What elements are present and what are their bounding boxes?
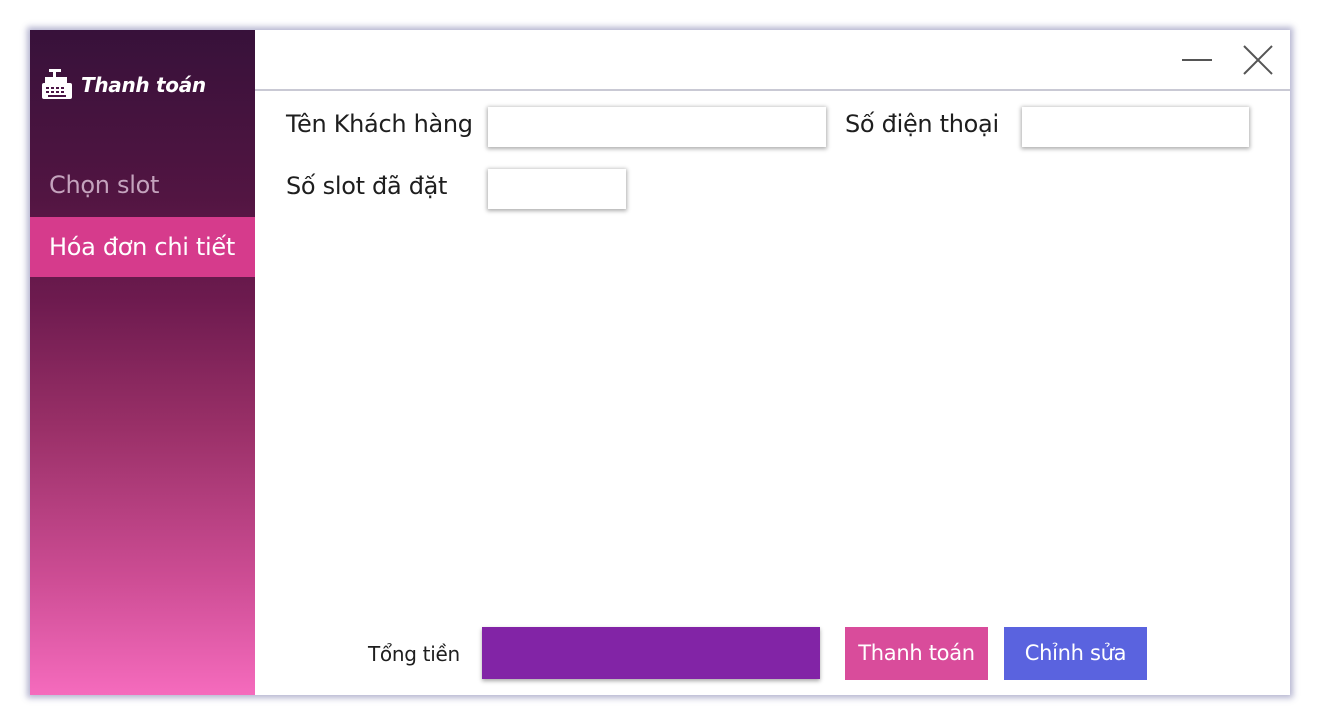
pay-button[interactable]: Thanh toán [845,627,988,680]
phone-input[interactable] [1022,107,1249,147]
close-icon [1243,45,1273,75]
total-label: Tổng tiền [368,642,460,666]
sidebar: Thanh toán Chọn slot Hóa đơn chi tiết [30,30,255,695]
customer-name-label: Tên Khách hàng [286,110,473,138]
sidebar-item-chon-slot[interactable]: Chọn slot [30,155,255,215]
title-bar [255,30,1290,91]
app-brand: Thanh toán [40,65,206,105]
pay-button-label: Thanh toán [858,641,975,665]
cash-register-icon [40,67,76,103]
minimize-button[interactable] [1179,42,1215,78]
sidebar-item-label: Chọn slot [49,171,160,199]
phone-label: Số điện thoại [845,110,999,138]
customer-name-input[interactable] [488,107,826,147]
payment-window: Thanh toán Chọn slot Hóa đơn chi tiết Tê… [30,30,1290,695]
edit-button[interactable]: Chỉnh sửa [1004,627,1147,680]
slots-booked-label: Số slot đã đặt [286,172,448,200]
total-amount-field [482,627,820,679]
sidebar-item-hoa-don-chi-tiet[interactable]: Hóa đơn chi tiết [30,217,255,277]
close-button[interactable] [1240,42,1276,78]
minimize-icon [1182,59,1212,61]
slots-booked-input[interactable] [488,169,626,209]
sidebar-item-label: Hóa đơn chi tiết [49,233,235,261]
app-title: Thanh toán [81,73,206,97]
edit-button-label: Chỉnh sửa [1024,641,1127,665]
